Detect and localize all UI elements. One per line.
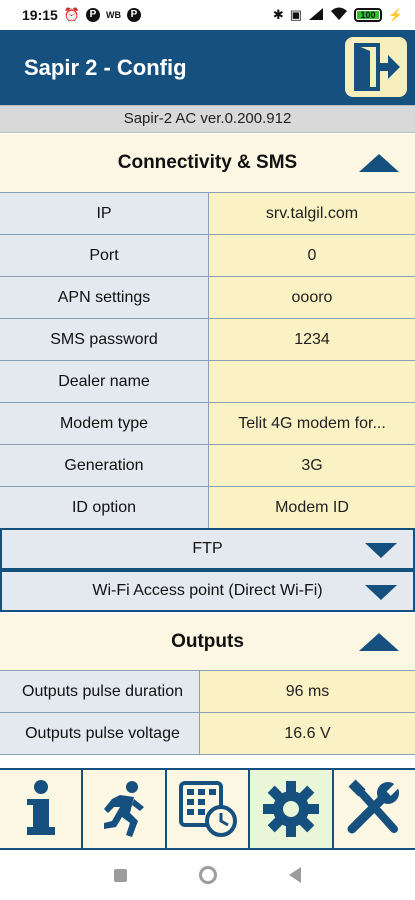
table-row[interactable]: Outputs pulse voltage 16.6 V <box>0 713 415 755</box>
table-row[interactable]: IP srv.talgil.com <box>0 193 415 235</box>
section-title-connectivity: Connectivity & SMS <box>117 152 298 173</box>
notification-p2-icon: P <box>127 8 141 22</box>
row-label: Dealer name <box>0 361 209 402</box>
row-value-text: 96 ms <box>285 682 330 700</box>
row-value-text: 0 <box>307 246 317 264</box>
status-left: 19:15 ⏰ P WB P <box>22 7 141 23</box>
manual-run-button[interactable] <box>83 770 167 848</box>
collapse-arrow-icon <box>359 633 399 651</box>
row-label: Modem type <box>0 403 209 444</box>
running-man-icon <box>104 781 145 837</box>
row-value[interactable]: Telit 4G modem for... <box>209 403 415 444</box>
row-value[interactable] <box>209 361 415 402</box>
section-header-outputs[interactable]: Outputs <box>0 614 415 670</box>
expand-arrow-icon <box>365 585 397 600</box>
bluetooth-icon: ✱ <box>272 7 284 22</box>
notification-p-icon: P <box>86 8 100 22</box>
row-label: IP <box>0 193 209 234</box>
table-row[interactable]: Modem type Telit 4G modem for... <box>0 403 415 445</box>
info-button[interactable] <box>0 770 84 848</box>
status-bar: 19:15 ⏰ P WB P ✱ ▣ 100 ⚡ <box>0 0 415 30</box>
row-value[interactable]: 1234 <box>209 319 415 360</box>
page-title: Sapir 2 - Config <box>24 54 187 80</box>
info-icon <box>26 780 55 835</box>
mute-icon: ▣ <box>289 7 303 22</box>
row-label: SMS password <box>0 319 209 360</box>
exit-door-icon <box>354 43 400 91</box>
row-value[interactable]: 3G <box>209 445 415 486</box>
outputs-table: Outputs pulse duration 96 ms Outputs pul… <box>0 670 415 755</box>
back-button[interactable] <box>289 867 301 883</box>
wifi-label: Wi-Fi Access point (Direct Wi-Fi) <box>92 582 323 599</box>
alarm-icon: ⏰ <box>63 7 80 22</box>
programs-button[interactable] <box>166 770 251 848</box>
row-label: Port <box>0 235 209 276</box>
row-value[interactable]: 0 <box>209 235 415 276</box>
row-value[interactable]: srv.talgil.com <box>209 193 415 234</box>
table-row[interactable]: Port 0 <box>0 235 415 277</box>
recents-button[interactable] <box>114 868 127 882</box>
version-label: Sapir-2 AC ver.0.200.912 <box>0 105 415 133</box>
row-value[interactable]: oooro <box>209 277 415 318</box>
row-label: ID option <box>0 487 209 528</box>
row-label: Generation <box>0 445 209 486</box>
signal-icon <box>308 7 324 24</box>
bottom-toolbar <box>0 768 415 850</box>
battery-icon: 100 <box>354 8 383 22</box>
config-button[interactable] <box>250 770 334 848</box>
section-header-connectivity[interactable]: Connectivity & SMS <box>0 134 415 192</box>
expand-arrow-icon <box>365 543 397 558</box>
status-right: ✱ ▣ 100 ⚡ <box>273 7 403 24</box>
row-value[interactable]: 96 ms <box>200 671 415 712</box>
table-row[interactable]: Outputs pulse duration 96 ms <box>0 671 415 713</box>
row-value[interactable]: Modem ID <box>209 487 415 528</box>
table-row[interactable]: Generation 3G <box>0 445 415 487</box>
row-value-text: srv.talgil.com <box>265 204 359 222</box>
row-label: APN settings <box>0 277 209 318</box>
tools-icon <box>347 779 400 834</box>
calendar-clock-icon <box>178 781 237 837</box>
table-row[interactable]: SMS password 1234 <box>0 319 415 361</box>
row-value-text: 3G <box>301 456 323 474</box>
row-value-text: 16.6 V <box>284 724 331 742</box>
table-row[interactable]: APN settings oooro <box>0 277 415 319</box>
row-value[interactable]: 16.6 V <box>200 713 415 754</box>
section-title-outputs: Outputs <box>171 631 244 652</box>
connectivity-table: IP srv.talgil.com Port 0 APN settings oo… <box>0 192 415 529</box>
row-label: Outputs pulse voltage <box>6 713 200 754</box>
row-value-text: 1234 <box>294 330 330 348</box>
battery-percent: 100 <box>360 10 376 20</box>
collapse-arrow-icon <box>359 154 399 172</box>
ftp-label: FTP <box>192 540 223 557</box>
tools-button[interactable] <box>333 770 415 848</box>
table-row[interactable]: Dealer name <box>0 361 415 403</box>
status-time: 19:15 <box>22 7 58 23</box>
home-button[interactable] <box>199 866 217 884</box>
row-value-text: Modem ID <box>275 498 349 516</box>
row-value-text: oooro <box>291 288 333 306</box>
system-nav-bar <box>0 850 415 900</box>
row-value-text: Telit 4G modem for... <box>238 414 386 432</box>
row-label: Outputs pulse duration <box>6 671 200 712</box>
table-row[interactable]: ID option Modem ID <box>0 487 415 529</box>
wifi-icon <box>330 7 348 24</box>
ftp-section[interactable]: FTP <box>0 528 415 570</box>
app-bar: Sapir 2 - Config <box>0 30 415 105</box>
exit-button[interactable] <box>343 35 409 99</box>
weibo-icon: WB <box>106 10 121 20</box>
wifi-section[interactable]: Wi-Fi Access point (Direct Wi-Fi) <box>0 570 415 612</box>
gear-icon <box>262 781 319 837</box>
charging-icon: ⚡ <box>388 8 403 22</box>
